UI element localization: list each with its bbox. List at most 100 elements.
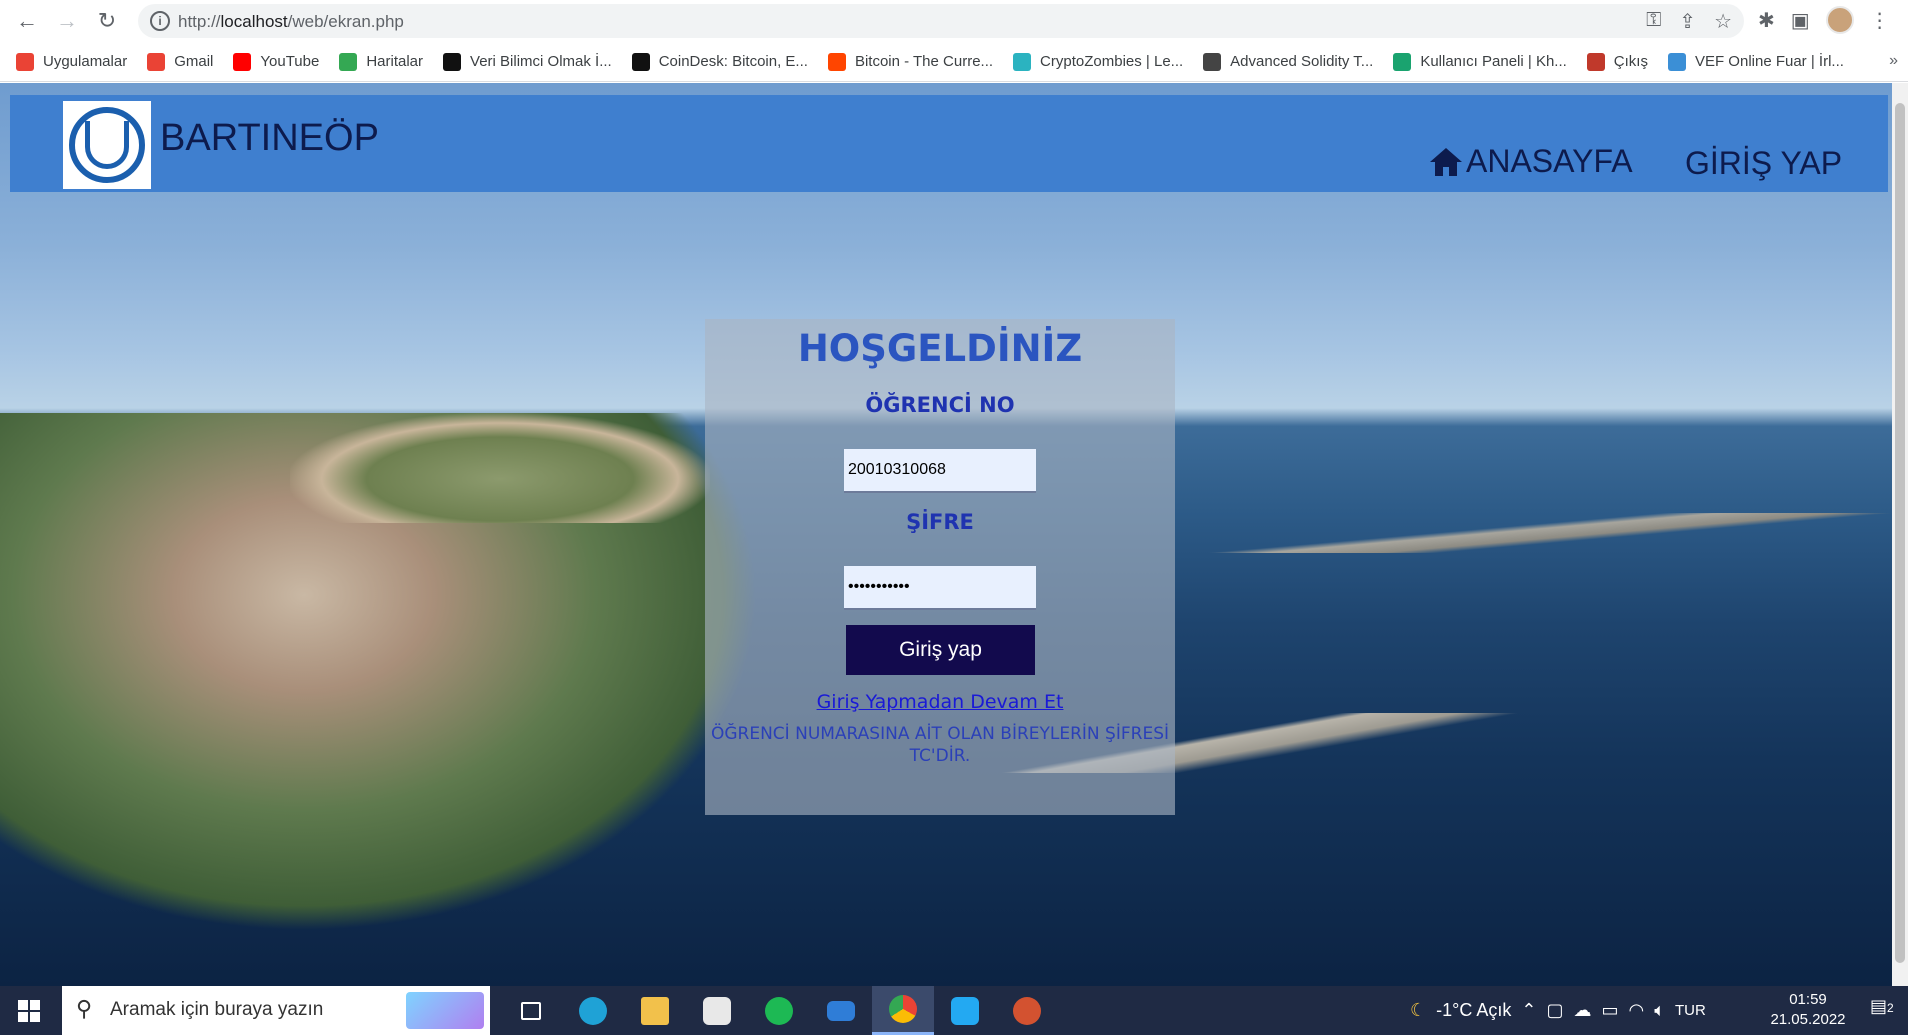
bookmark-label: Çıkış	[1613, 53, 1648, 70]
bookmark-label: Kullanıcı Paneli | Kh...	[1420, 53, 1567, 70]
file-explorer-icon[interactable]	[624, 986, 686, 1035]
bookmark-star-icon[interactable]: ☆	[1714, 9, 1732, 34]
bookmark-label: Veri Bilimci Olmak İ...	[470, 53, 612, 70]
password-label: ŞİFRE	[906, 510, 974, 534]
bookmark-item[interactable]: Haritalar	[339, 52, 424, 71]
login-submit-button[interactable]: Giriş yap	[846, 625, 1035, 675]
gmail-icon	[147, 52, 166, 71]
language-indicator[interactable]: TUR	[1675, 1002, 1706, 1019]
profile-avatar[interactable]	[1825, 6, 1854, 34]
weather-text[interactable]: -1°C Açık	[1436, 1000, 1511, 1021]
bookmark-item[interactable]: VEF Online Fuar | İrl...	[1667, 52, 1844, 71]
bookmark-item[interactable]: Gmail	[147, 52, 214, 71]
browser-toolbar: ← → ↻ i http://localhost/web/ekran.php ⚿…	[0, 0, 1908, 42]
search-highlight-image	[406, 992, 484, 1029]
student-no-label: ÖĞRENCİ NO	[865, 393, 1015, 417]
reddit-icon	[827, 52, 846, 71]
notification-icon[interactable]: ▤2	[1870, 996, 1894, 1017]
mail-icon[interactable]	[810, 986, 872, 1035]
extensions-icon[interactable]: ✱	[1758, 8, 1775, 33]
bookmark-label: Gmail	[174, 53, 214, 70]
background-photo-island	[290, 413, 710, 523]
share-icon[interactable]: ⇪	[1679, 9, 1696, 34]
store-icon[interactable]	[686, 986, 748, 1035]
bookmark-label: VEF Online Fuar | İrl...	[1694, 53, 1844, 70]
bookmark-label: Haritalar	[366, 53, 424, 70]
address-bar[interactable]: i http://localhost/web/ekran.php ⚿ ⇪ ☆	[138, 4, 1744, 38]
powerpoint-icon[interactable]	[996, 986, 1058, 1035]
coindesk-icon	[631, 52, 650, 71]
battery-icon[interactable]: ▭	[1601, 1000, 1618, 1021]
reload-icon[interactable]: ↻	[92, 6, 122, 36]
forward-icon[interactable]: →	[52, 6, 82, 36]
bookmark-label: YouTube	[260, 53, 320, 70]
edge-icon[interactable]	[562, 986, 624, 1035]
shield-icon	[1203, 52, 1222, 71]
vef-icon	[1667, 52, 1686, 71]
bookmarks-overflow-icon[interactable]: »	[1889, 52, 1898, 70]
taskbar-search-placeholder: Aramak için buraya yazın	[110, 999, 324, 1020]
tray-device-icon[interactable]: ▢	[1546, 1000, 1563, 1021]
bookmark-label: CoinDesk: Bitcoin, E...	[658, 53, 808, 70]
volume-icon[interactable]: 🔈︎	[1654, 1000, 1665, 1021]
bookmark-item[interactable]: YouTube	[233, 52, 320, 71]
spotify-icon[interactable]	[748, 986, 810, 1035]
nav-login-link[interactable]: GİRİŞ YAP	[1685, 145, 1842, 182]
key-icon[interactable]: ⚿	[1646, 9, 1661, 34]
start-button[interactable]	[18, 1000, 40, 1022]
onedrive-icon[interactable]: ☁	[1573, 1000, 1591, 1021]
chevron-up-icon[interactable]: ⌃	[1521, 1000, 1536, 1021]
nav-home-label: ANASAYFA	[1466, 143, 1633, 179]
bookmark-item[interactable]: Bitcoin - The Curre...	[827, 52, 994, 71]
chrome-icon[interactable]	[872, 986, 934, 1035]
taskbar-search[interactable]: ⚲ Aramak için buraya yazın	[62, 986, 490, 1035]
background-photo-breakwater	[1200, 513, 1900, 553]
system-tray: ☾ -1°C Açık ⌃ ▢ ☁ ▭ ◠ 🔈︎ TUR	[1410, 986, 1706, 1035]
bookmark-label: Bitcoin - The Curre...	[854, 53, 994, 70]
nav-home-link[interactable]: ANASAYFA	[1428, 143, 1633, 180]
note-line-1: ÖĞRENCİ NUMARASINA AİT OLAN BİREYLERİN Ş…	[710, 724, 1169, 744]
bookmark-label: Advanced Solidity T...	[1230, 53, 1374, 70]
vbo-icon	[443, 52, 462, 71]
guest-continue-link[interactable]: Giriş Yapmadan Devam Et	[705, 691, 1175, 713]
scroll-thumb[interactable]	[1895, 103, 1905, 963]
windows-taskbar: ⚲ Aramak için buraya yazın ☾ -1°C Açık ⌃…	[0, 986, 1908, 1035]
clock-date: 21.05.2022	[1770, 1011, 1846, 1028]
notification-count: 2	[1887, 1001, 1894, 1015]
bookmark-item[interactable]: Uygulamalar	[16, 52, 128, 71]
password-input[interactable]	[844, 566, 1036, 610]
logo-emblem	[85, 121, 129, 169]
bookmark-item[interactable]: CoinDesk: Bitcoin, E...	[631, 52, 808, 71]
cryptozombies-icon	[1013, 52, 1032, 71]
student-no-input[interactable]	[844, 449, 1036, 493]
side-panel-icon[interactable]: ▣	[1791, 8, 1810, 33]
task-view-icon[interactable]	[500, 986, 562, 1035]
site-info-icon[interactable]: i	[150, 11, 170, 31]
university-logo[interactable]	[63, 101, 151, 189]
bookmark-item[interactable]: Çıkış	[1586, 52, 1648, 71]
youtube-icon	[233, 52, 252, 71]
home-icon	[1430, 147, 1462, 176]
bookmark-item[interactable]: CryptoZombies | Le...	[1013, 52, 1184, 71]
search-icon: ⚲	[76, 996, 93, 1021]
password-info-note: ÖĞRENCİ NUMARASINA AİT OLAN BİREYLERİN Ş…	[705, 723, 1175, 767]
bookmark-item[interactable]: Advanced Solidity T...	[1203, 52, 1374, 71]
hexagon-icon	[1393, 52, 1412, 71]
back-icon[interactable]: ←	[12, 6, 42, 36]
maps-icon	[339, 52, 358, 71]
exit-icon	[1586, 52, 1605, 71]
bookmark-label: CryptoZombies | Le...	[1040, 53, 1184, 70]
page-scrollbar[interactable]	[1892, 83, 1908, 986]
bookmark-label: Uygulamalar	[43, 53, 128, 70]
site-brand[interactable]: BARTINEÖP	[160, 117, 379, 160]
bookmark-item[interactable]: Kullanıcı Paneli | Kh...	[1393, 52, 1567, 71]
login-card: HOŞGELDİNİZ ÖĞRENCİ NO ŞİFRE Giriş yap G…	[705, 319, 1175, 815]
menu-kebab-icon[interactable]: ⋮	[1870, 8, 1890, 33]
taskbar-clock[interactable]: 01:59 21.05.2022	[1768, 990, 1848, 1030]
address-url[interactable]: http://localhost/web/ekran.php	[178, 12, 404, 32]
vscode-icon[interactable]	[934, 986, 996, 1035]
bookmark-item[interactable]: Veri Bilimci Olmak İ...	[443, 52, 612, 71]
wifi-icon[interactable]: ◠	[1628, 1000, 1644, 1021]
page-viewport: BARTINEÖP ANASAYFA GİRİŞ YAP HOŞGELDİNİZ…	[0, 83, 1908, 986]
clock-time: 01:59	[1789, 991, 1827, 1008]
